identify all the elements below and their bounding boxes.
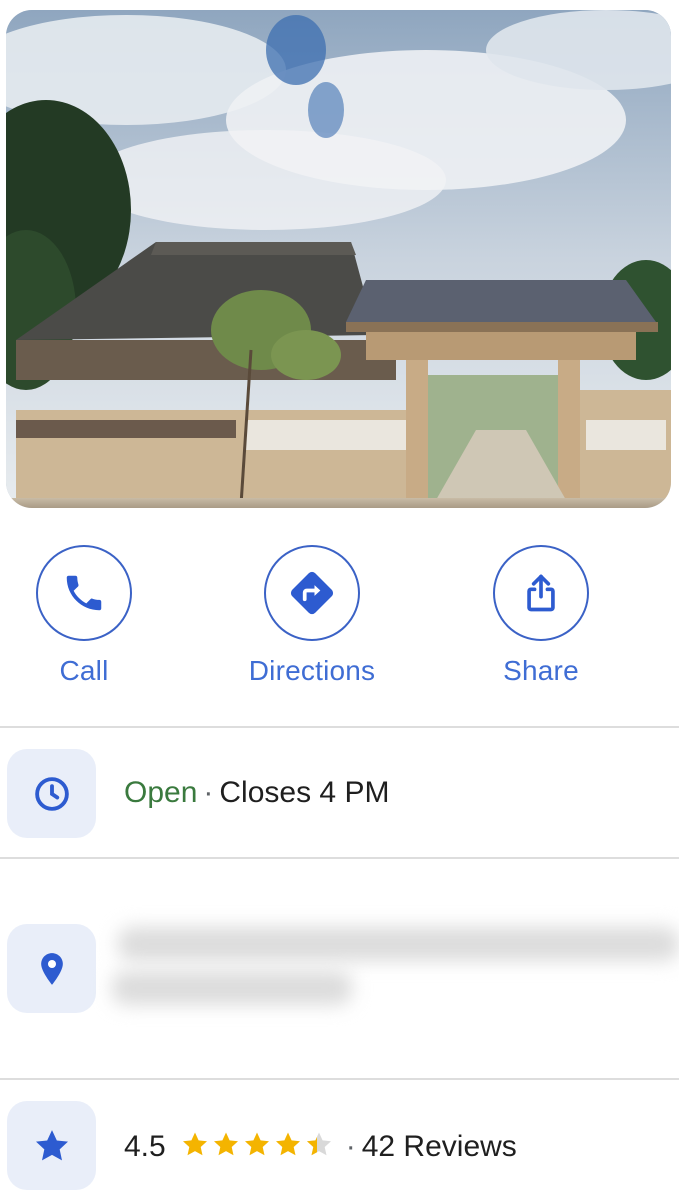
closing-time: Closes 4 PM bbox=[219, 776, 390, 809]
action-bar: Call Directions Share bbox=[0, 545, 679, 695]
clock-icon bbox=[34, 776, 69, 811]
redacted-address-line-2 bbox=[112, 971, 352, 1005]
open-status: Open bbox=[124, 776, 198, 809]
rating-value: 4.5 bbox=[124, 1130, 166, 1163]
directions-label: Directions bbox=[248, 655, 376, 686]
reviews-count[interactable]: 42 Reviews bbox=[362, 1130, 517, 1163]
hours-text: Open · Closes 4 PM bbox=[124, 776, 389, 810]
star-half-5 bbox=[306, 1132, 331, 1156]
star-full-1 bbox=[182, 1132, 207, 1156]
address-icon-tile bbox=[7, 924, 96, 1013]
star-full-4 bbox=[275, 1132, 300, 1156]
call-button-ring[interactable] bbox=[36, 545, 132, 641]
call-label: Call bbox=[59, 655, 109, 686]
rating-row[interactable]: 4.5 · 42 Reviews bbox=[0, 1080, 679, 1200]
directions-icon bbox=[290, 571, 334, 615]
directions-button[interactable]: Directions bbox=[212, 545, 412, 687]
share-label: Share bbox=[503, 655, 579, 686]
redacted-address-line-1 bbox=[118, 927, 679, 961]
rating-text: 4.5 · 42 Reviews bbox=[124, 1130, 517, 1165]
place-photo[interactable] bbox=[6, 10, 671, 508]
place-details: Call Directions Share Open · Closes 4 PM… bbox=[0, 0, 679, 1200]
share-icon bbox=[527, 574, 555, 612]
hours-separator: · bbox=[203, 776, 214, 809]
rating-separator: · bbox=[345, 1130, 356, 1163]
share-button-ring[interactable] bbox=[493, 545, 589, 641]
phone-icon bbox=[66, 575, 102, 611]
star-full-3 bbox=[244, 1132, 269, 1156]
share-button[interactable]: Share bbox=[441, 545, 641, 687]
star-icon bbox=[35, 1129, 68, 1160]
star-full-2 bbox=[213, 1132, 238, 1156]
rating-stars bbox=[182, 1132, 331, 1156]
hours-row[interactable]: Open · Closes 4 PM bbox=[0, 728, 679, 858]
address-row[interactable] bbox=[0, 859, 679, 1078]
place-photo-image bbox=[6, 10, 671, 508]
location-pin-icon bbox=[40, 952, 63, 985]
rating-icon-tile bbox=[7, 1101, 96, 1190]
hours-icon-tile bbox=[7, 749, 96, 838]
call-button[interactable]: Call bbox=[0, 545, 184, 687]
directions-button-ring[interactable] bbox=[264, 545, 360, 641]
